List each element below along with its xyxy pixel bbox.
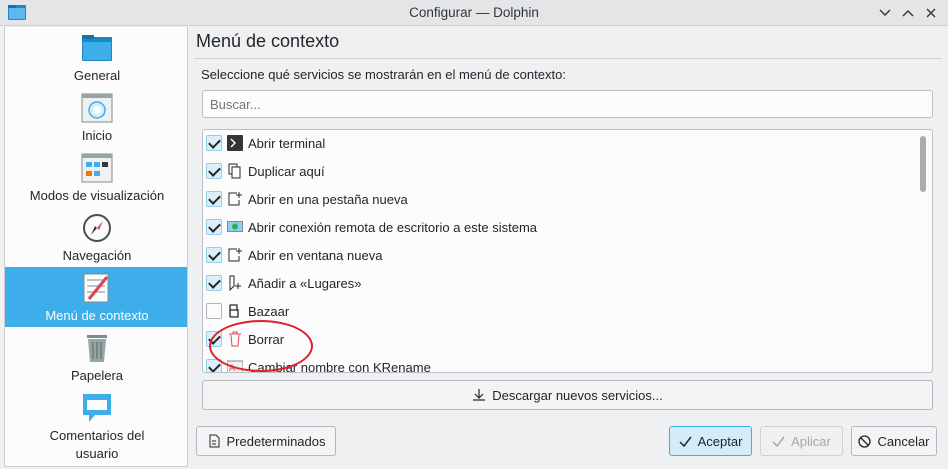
view-modes-icon bbox=[81, 153, 113, 183]
search-input[interactable] bbox=[202, 90, 933, 118]
close-icon bbox=[926, 8, 936, 18]
new-window-icon bbox=[228, 248, 242, 262]
feedback-icon bbox=[83, 394, 111, 422]
chevron-up-icon bbox=[902, 10, 914, 17]
sidebar-item-navegacion[interactable]: Navegación bbox=[5, 207, 187, 267]
service-checkbox[interactable] bbox=[206, 275, 222, 291]
service-checkbox[interactable] bbox=[206, 135, 222, 151]
list-item[interactable]: Duplicar aquí bbox=[203, 158, 914, 186]
cancel-button[interactable]: Cancelar bbox=[851, 426, 937, 456]
service-checkbox[interactable] bbox=[206, 219, 222, 235]
remote-desktop-icon bbox=[227, 221, 243, 232]
list-item[interactable]: Abrir en una pestaña nueva bbox=[203, 186, 914, 214]
service-checkbox[interactable] bbox=[206, 247, 222, 263]
service-checkbox[interactable] bbox=[206, 191, 222, 207]
sidebar-item-menu-contexto[interactable]: Menú de contexto bbox=[5, 267, 187, 327]
download-services-button[interactable]: Descargar nuevos servicios... bbox=[202, 380, 933, 410]
terminal-icon bbox=[227, 135, 243, 151]
download-icon bbox=[473, 389, 486, 401]
service-label: Abrir terminal bbox=[248, 136, 326, 151]
sidebar-label: Menú de contexto bbox=[45, 308, 149, 323]
services-list: Abrir terminal Duplicar aquí Abrir en un… bbox=[202, 129, 933, 373]
list-item[interactable]: Añadir a «Lugares» bbox=[203, 270, 914, 298]
service-checkbox[interactable] bbox=[206, 163, 222, 179]
page-title: Menú de contexto bbox=[196, 31, 340, 51]
sidebar-item-comentarios[interactable]: Comentarios del usuario bbox=[5, 387, 187, 466]
highlight-annotation-circle bbox=[209, 320, 313, 372]
service-label: Duplicar aquí bbox=[248, 164, 325, 179]
sidebar-item-inicio[interactable]: Inicio bbox=[5, 87, 187, 147]
checkmark-icon bbox=[772, 436, 785, 447]
list-item[interactable]: Abrir conexión remota de escritorio a es… bbox=[203, 214, 914, 242]
description-label: Seleccione qué servicios se mostrarán en… bbox=[201, 67, 566, 82]
maximize-button[interactable] bbox=[899, 4, 917, 22]
trash-icon bbox=[87, 335, 107, 362]
defaults-label: Predeterminados bbox=[226, 433, 326, 449]
sidebar-label: Comentarios del usuario bbox=[49, 428, 145, 461]
list-item[interactable]: Abrir en ventana nueva bbox=[203, 242, 914, 270]
document-revert-icon bbox=[209, 434, 219, 448]
sidebar-item-general[interactable]: General bbox=[5, 27, 187, 87]
accept-label: Aceptar bbox=[697, 433, 743, 449]
service-label: Abrir en una pestaña nueva bbox=[248, 192, 408, 207]
new-tab-icon bbox=[228, 192, 242, 206]
bookmark-add-icon bbox=[229, 275, 241, 291]
list-item[interactable]: Bazaar bbox=[203, 298, 914, 326]
service-label: Añadir a «Lugares» bbox=[248, 276, 362, 291]
download-services-label: Descargar nuevos servicios... bbox=[492, 387, 663, 403]
list-scrollbar[interactable] bbox=[917, 134, 929, 370]
compass-icon bbox=[83, 214, 111, 242]
defaults-button[interactable]: Predeterminados bbox=[196, 426, 336, 456]
cancel-label: Cancelar bbox=[877, 433, 930, 449]
sidebar-label: Navegación bbox=[62, 248, 132, 263]
apply-label: Aplicar bbox=[791, 433, 831, 449]
window-title: Configurar — Dolphin bbox=[409, 5, 539, 20]
divider bbox=[194, 58, 942, 59]
chevron-down-icon bbox=[879, 9, 891, 16]
settings-sidebar: General Inicio Modos de visualización Na… bbox=[4, 27, 188, 467]
minimize-button[interactable] bbox=[876, 4, 894, 22]
sidebar-label: Modos de visualización bbox=[29, 188, 165, 203]
home-window-icon bbox=[81, 93, 113, 123]
bazaar-icon bbox=[229, 304, 239, 318]
sidebar-label: Inicio bbox=[81, 128, 113, 143]
context-menu-icon bbox=[83, 273, 109, 303]
scrollbar-thumb[interactable] bbox=[920, 136, 926, 192]
apply-button[interactable]: Aplicar bbox=[760, 426, 843, 456]
service-label: Bazaar bbox=[248, 304, 290, 319]
close-window-button[interactable] bbox=[922, 4, 940, 22]
list-item[interactable]: Abrir terminal bbox=[203, 130, 914, 158]
duplicate-icon bbox=[228, 163, 241, 179]
checkmark-icon bbox=[679, 436, 692, 447]
service-label: Abrir conexión remota de escritorio a es… bbox=[248, 220, 538, 235]
folder-icon bbox=[82, 35, 112, 61]
accept-button[interactable]: Aceptar bbox=[669, 426, 752, 456]
sidebar-item-papelera[interactable]: Papelera bbox=[5, 327, 187, 387]
title-bar: Configurar — Dolphin bbox=[0, 0, 948, 26]
service-label: Abrir en ventana nueva bbox=[248, 248, 383, 263]
sidebar-label: General bbox=[73, 68, 121, 83]
service-checkbox[interactable] bbox=[206, 303, 222, 319]
list-item[interactable]: A Cambiar nombre con KRename bbox=[203, 354, 914, 372]
sidebar-label: Papelera bbox=[70, 368, 124, 383]
sidebar-item-modos[interactable]: Modos de visualización bbox=[5, 147, 187, 207]
cancel-icon bbox=[858, 434, 872, 448]
settings-page: Menú de contexto Seleccione qué servicio… bbox=[194, 27, 944, 467]
